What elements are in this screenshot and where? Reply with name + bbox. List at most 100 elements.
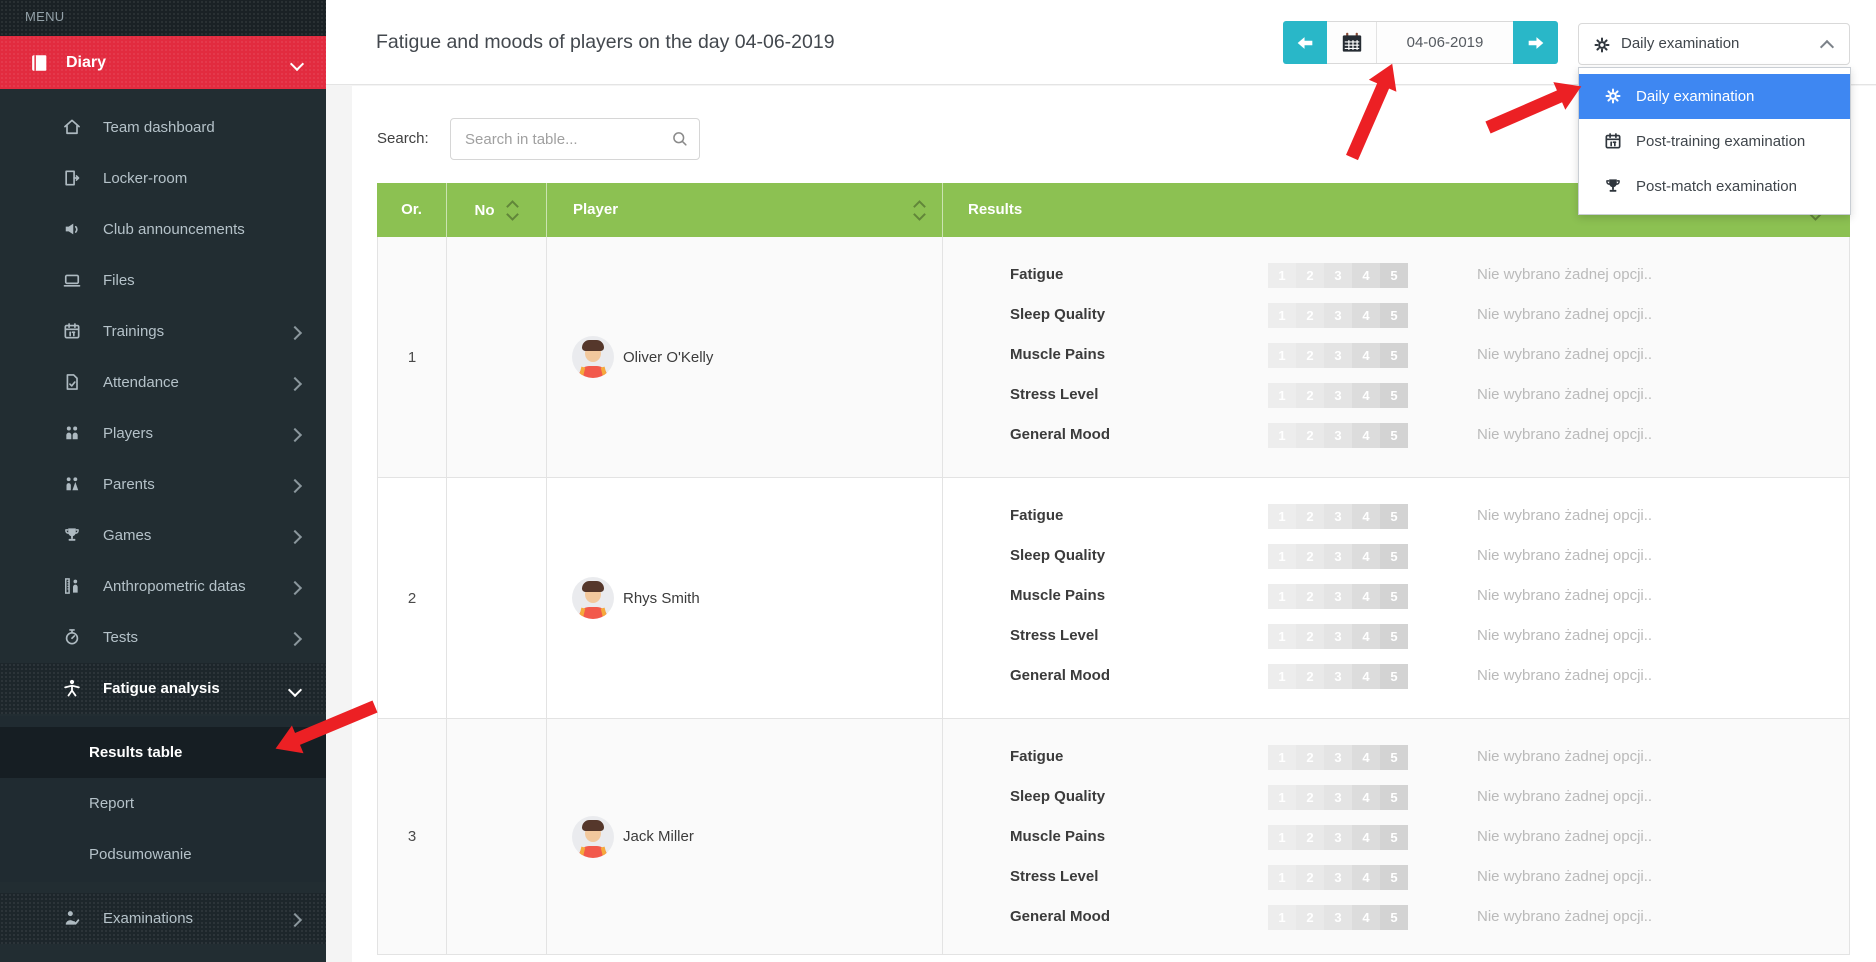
- rating-option[interactable]: 3: [1324, 423, 1352, 448]
- rating-option[interactable]: 4: [1352, 785, 1380, 810]
- examination-type-select[interactable]: Daily examination: [1578, 23, 1850, 65]
- sidebar-item-tests[interactable]: Tests: [0, 612, 326, 663]
- rating-option[interactable]: 4: [1352, 343, 1380, 368]
- sidebar-item-fatigue-analysis[interactable]: Fatigue analysis: [0, 663, 326, 714]
- rating-option[interactable]: 1: [1268, 745, 1296, 770]
- rating-option[interactable]: 4: [1352, 745, 1380, 770]
- rating-option[interactable]: 1: [1268, 825, 1296, 850]
- rating-option[interactable]: 4: [1352, 664, 1380, 689]
- rating-option[interactable]: 3: [1324, 825, 1352, 850]
- dropdown-option-post-training-examination[interactable]: Post-training examination: [1579, 119, 1850, 164]
- search-input[interactable]: [450, 118, 700, 160]
- rating-option[interactable]: 5: [1380, 263, 1408, 288]
- rating-option[interactable]: 5: [1380, 745, 1408, 770]
- sidebar-item-team-dashboard[interactable]: Team dashboard: [0, 102, 326, 153]
- rating-option[interactable]: 3: [1324, 343, 1352, 368]
- rating-option[interactable]: 2: [1296, 504, 1324, 529]
- rating-option[interactable]: 4: [1352, 423, 1380, 448]
- rating-option[interactable]: 3: [1324, 865, 1352, 890]
- rating-option[interactable]: 5: [1380, 865, 1408, 890]
- rating-option[interactable]: 1: [1268, 383, 1296, 408]
- sidebar-item-attendance[interactable]: Attendance: [0, 357, 326, 408]
- rating-option[interactable]: 3: [1324, 584, 1352, 609]
- rating-option[interactable]: 2: [1296, 423, 1324, 448]
- rating-option[interactable]: 2: [1296, 584, 1324, 609]
- rating-option[interactable]: 4: [1352, 303, 1380, 328]
- sidebar-item-results-table[interactable]: Results table: [0, 727, 326, 778]
- rating-option[interactable]: 2: [1296, 745, 1324, 770]
- rating-option[interactable]: 3: [1324, 785, 1352, 810]
- column-header-player[interactable]: Player: [547, 183, 943, 237]
- dropdown-option-post-match-examination[interactable]: Post-match examination: [1579, 164, 1850, 209]
- rating-option[interactable]: 3: [1324, 544, 1352, 569]
- rating-option[interactable]: 1: [1268, 263, 1296, 288]
- rating-option[interactable]: 2: [1296, 303, 1324, 328]
- rating-option[interactable]: 1: [1268, 865, 1296, 890]
- rating-option[interactable]: 4: [1352, 263, 1380, 288]
- rating-option[interactable]: 5: [1380, 785, 1408, 810]
- dropdown-option-daily-examination[interactable]: Daily examination: [1579, 74, 1850, 119]
- sidebar-item-diary[interactable]: Diary: [0, 36, 326, 89]
- rating-option[interactable]: 3: [1324, 664, 1352, 689]
- sidebar-item-games[interactable]: Games: [0, 510, 326, 561]
- sidebar-item-parents[interactable]: Parents: [0, 459, 326, 510]
- rating-option[interactable]: 5: [1380, 624, 1408, 649]
- rating-option[interactable]: 2: [1296, 825, 1324, 850]
- rating-option[interactable]: 5: [1380, 343, 1408, 368]
- date-input[interactable]: 04-06-2019: [1377, 22, 1513, 63]
- rating-option[interactable]: 1: [1268, 664, 1296, 689]
- rating-option[interactable]: 5: [1380, 423, 1408, 448]
- previous-day-button[interactable]: [1283, 21, 1327, 64]
- rating-option[interactable]: 4: [1352, 865, 1380, 890]
- rating-option[interactable]: 5: [1380, 504, 1408, 529]
- rating-option[interactable]: 2: [1296, 544, 1324, 569]
- rating-option[interactable]: 1: [1268, 785, 1296, 810]
- rating-option[interactable]: 5: [1380, 664, 1408, 689]
- sidebar-item-players[interactable]: Players: [0, 408, 326, 459]
- rating-option[interactable]: 4: [1352, 905, 1380, 930]
- sidebar-item-trainings[interactable]: Trainings: [0, 306, 326, 357]
- rating-option[interactable]: 5: [1380, 584, 1408, 609]
- rating-option[interactable]: 1: [1268, 423, 1296, 448]
- rating-option[interactable]: 2: [1296, 263, 1324, 288]
- rating-option[interactable]: 3: [1324, 624, 1352, 649]
- rating-option[interactable]: 2: [1296, 383, 1324, 408]
- rating-option[interactable]: 4: [1352, 584, 1380, 609]
- column-header-no[interactable]: No: [447, 183, 547, 237]
- rating-option[interactable]: 3: [1324, 383, 1352, 408]
- rating-option[interactable]: 2: [1296, 343, 1324, 368]
- rating-option[interactable]: 1: [1268, 544, 1296, 569]
- rating-option[interactable]: 3: [1324, 303, 1352, 328]
- sidebar-item-locker-room[interactable]: Locker-room: [0, 153, 326, 204]
- column-header-or[interactable]: Or.: [377, 183, 447, 237]
- rating-option[interactable]: 4: [1352, 624, 1380, 649]
- rating-option[interactable]: 5: [1380, 544, 1408, 569]
- rating-option[interactable]: 2: [1296, 865, 1324, 890]
- rating-option[interactable]: 4: [1352, 825, 1380, 850]
- rating-option[interactable]: 4: [1352, 383, 1380, 408]
- sidebar-item-anthropometric-datas[interactable]: Anthropometric datas: [0, 561, 326, 612]
- sidebar-item-podsumowanie[interactable]: Podsumowanie: [0, 829, 326, 880]
- calendar-picker-button[interactable]: [1327, 22, 1377, 63]
- rating-option[interactable]: 1: [1268, 905, 1296, 930]
- sidebar-item-report[interactable]: Report: [0, 778, 326, 829]
- rating-option[interactable]: 3: [1324, 504, 1352, 529]
- sidebar-item-club-announcements[interactable]: Club announcements: [0, 204, 326, 255]
- rating-option[interactable]: 3: [1324, 905, 1352, 930]
- rating-option[interactable]: 5: [1380, 905, 1408, 930]
- rating-option[interactable]: 5: [1380, 303, 1408, 328]
- rating-option[interactable]: 2: [1296, 624, 1324, 649]
- rating-option[interactable]: 5: [1380, 383, 1408, 408]
- rating-option[interactable]: 4: [1352, 544, 1380, 569]
- sidebar-item-files[interactable]: Files: [0, 255, 326, 306]
- rating-option[interactable]: 2: [1296, 905, 1324, 930]
- rating-option[interactable]: 1: [1268, 584, 1296, 609]
- rating-option[interactable]: 2: [1296, 785, 1324, 810]
- next-day-button[interactable]: [1513, 21, 1558, 64]
- sidebar-item-examinations[interactable]: Examinations: [0, 893, 326, 944]
- rating-option[interactable]: 2: [1296, 664, 1324, 689]
- rating-option[interactable]: 1: [1268, 303, 1296, 328]
- rating-option[interactable]: 1: [1268, 504, 1296, 529]
- rating-option[interactable]: 3: [1324, 263, 1352, 288]
- rating-option[interactable]: 1: [1268, 624, 1296, 649]
